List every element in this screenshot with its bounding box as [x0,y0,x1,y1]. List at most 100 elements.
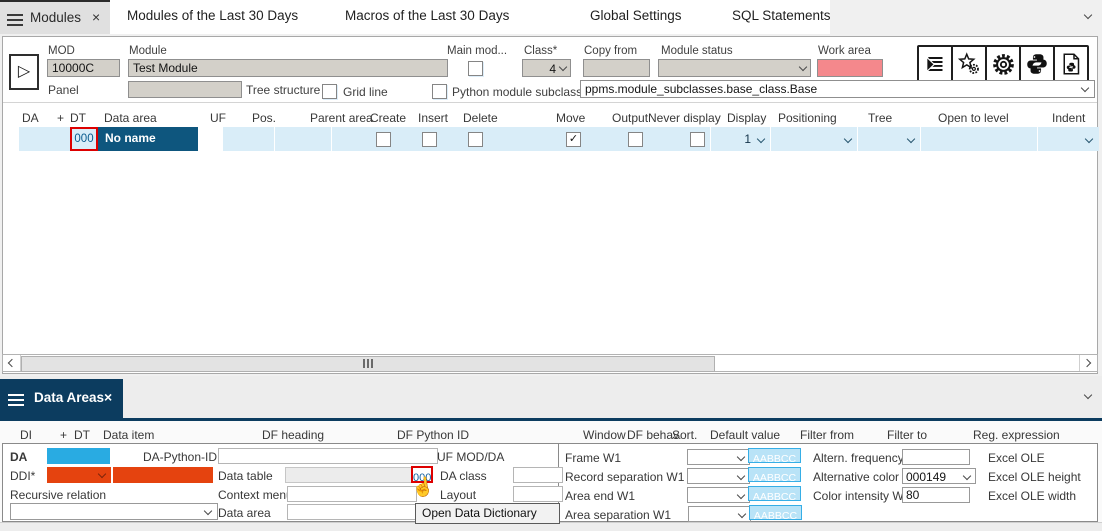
col-sort[interactable]: Sort. [672,428,697,442]
star-gear-button[interactable] [951,45,987,83]
row-cell-data-area[interactable]: No name [98,127,198,151]
area-end-w1-color-field[interactable]: AABBCC [748,486,801,501]
close-icon[interactable]: × [92,9,100,25]
tree-select[interactable] [857,127,921,151]
col-window[interactable]: Window [583,428,626,442]
color-intensity-input[interactable]: 80 [902,487,970,503]
python-file-button[interactable] [1053,45,1089,83]
never-display-checkbox[interactable] [690,132,705,147]
col-reg-expression[interactable]: Reg. expression [973,428,1060,442]
col-df-python-id[interactable]: DF Python ID [397,428,469,442]
delete-checkbox[interactable] [468,132,483,147]
python-subclass-checkbox[interactable] [432,84,447,99]
col-parent-area[interactable]: Parent area [310,111,373,125]
ddi-select[interactable] [47,467,111,483]
col-data-area[interactable]: Data area [104,111,157,125]
record-separation-w1-select[interactable] [687,468,750,484]
col-default-value[interactable]: Default value [710,428,780,442]
python-button[interactable] [1019,45,1055,83]
output-checkbox[interactable] [628,132,643,147]
record-separation-w1-color-field[interactable]: AABBCC [748,467,801,482]
col-positioning[interactable]: Positioning [778,111,837,125]
h-scrollbar[interactable] [2,354,1098,372]
da-python-id-input[interactable] [218,448,438,464]
altern-frequency-input[interactable] [902,449,970,465]
col-tree[interactable]: Tree [868,111,892,125]
settings-button[interactable] [985,45,1021,83]
display-value: 1 [744,132,751,146]
col-filter-from[interactable]: Filter from [800,428,854,442]
frame-w1-color-field[interactable]: AABBCC [748,448,801,463]
module-input[interactable]: Test Module [128,59,448,77]
indent-select[interactable] [1037,127,1099,151]
work-area-field[interactable] [817,59,883,77]
scroll-left-button[interactable] [3,355,21,371]
run-sequence-button[interactable] [917,45,953,83]
tab-data-areas[interactable]: Data Areas × [0,379,123,418]
grid-line-checkbox[interactable] [322,84,337,99]
frame-w1-select[interactable] [687,449,750,465]
col-dt[interactable]: DT [70,111,86,125]
col-create[interactable]: Create [370,111,406,125]
col-di[interactable]: DI [20,428,32,442]
col-da[interactable]: DA [22,111,39,125]
col-uf[interactable]: UF [210,111,226,125]
col-display[interactable]: Display [727,111,766,125]
da-field[interactable] [47,448,110,464]
tab-modules[interactable]: Modules × [0,0,110,34]
col-filter-to[interactable]: Filter to [887,428,927,442]
col-insert[interactable]: Insert [418,111,448,125]
chevron-down-icon [98,470,106,478]
create-checkbox[interactable] [376,132,391,147]
row-cell-pos[interactable] [274,127,331,151]
context-menu-input[interactable] [287,486,417,502]
move-checkbox[interactable]: ✓ [566,132,581,147]
col-dt[interactable]: DT [74,428,90,442]
col-pos[interactable]: Pos. [252,111,276,125]
data-table-input[interactable] [285,467,414,483]
tab-sql-statements[interactable]: SQL Statements [732,8,831,23]
recursive-relation-select[interactable] [10,503,218,520]
col-output[interactable]: Output [612,111,648,125]
open-to-level-cell[interactable] [920,127,1038,151]
run-module-button[interactable]: ▷ [9,54,39,90]
area-separation-w1-select[interactable] [688,506,751,522]
col-move[interactable]: Move [556,111,585,125]
area-separation-w1-color-field[interactable]: AABBCC [749,505,802,520]
insert-checkbox[interactable] [422,132,437,147]
layout-input[interactable] [513,486,563,502]
mod-input[interactable]: 10000C [47,59,120,77]
tab-modules-last-30-days[interactable]: Modules of the Last 30 Days [127,8,298,23]
col-delete[interactable]: Delete [463,111,498,125]
module-status-select[interactable] [658,59,811,77]
panel-input[interactable] [128,81,242,98]
positioning-select[interactable] [770,127,858,151]
col-data-item[interactable]: Data item [103,428,154,442]
display-select[interactable]: 1 [710,127,771,151]
col-plus[interactable]: + [57,111,64,125]
da-class-input[interactable] [513,467,563,483]
hamburger-icon[interactable] [8,391,24,409]
scroll-thumb[interactable] [21,356,715,372]
row-cell-dt-selected[interactable]: 000 [70,127,98,151]
copy-from-input[interactable] [583,59,650,77]
scroll-right-button[interactable] [1079,355,1097,371]
col-df-heading[interactable]: DF heading [262,428,324,442]
alternative-color-select[interactable]: 000149 [902,468,976,484]
main-mod-checkbox[interactable] [468,61,483,76]
python-subclass-select[interactable]: ppms.module_subclasses.base_class.Base [580,80,1095,98]
hamburger-icon[interactable] [7,11,23,29]
close-icon[interactable]: × [104,389,112,405]
col-never-display[interactable]: Never display [648,111,721,125]
row-cell-uf[interactable] [222,127,274,151]
col-plus[interactable]: + [60,428,67,442]
col-indent[interactable]: Indent [1052,111,1085,125]
ddi-field[interactable] [113,467,213,483]
tab-macros-last-30-days[interactable]: Macros of the Last 30 Days [345,8,509,23]
col-open-to-level[interactable]: Open to level [938,111,1009,125]
area-end-w1-select[interactable] [687,487,750,503]
class-select[interactable]: 4 [522,59,571,77]
row-cell-da[interactable] [18,127,71,151]
tab-global-settings[interactable]: Global Settings [590,8,682,23]
data-area-input[interactable] [287,504,417,520]
